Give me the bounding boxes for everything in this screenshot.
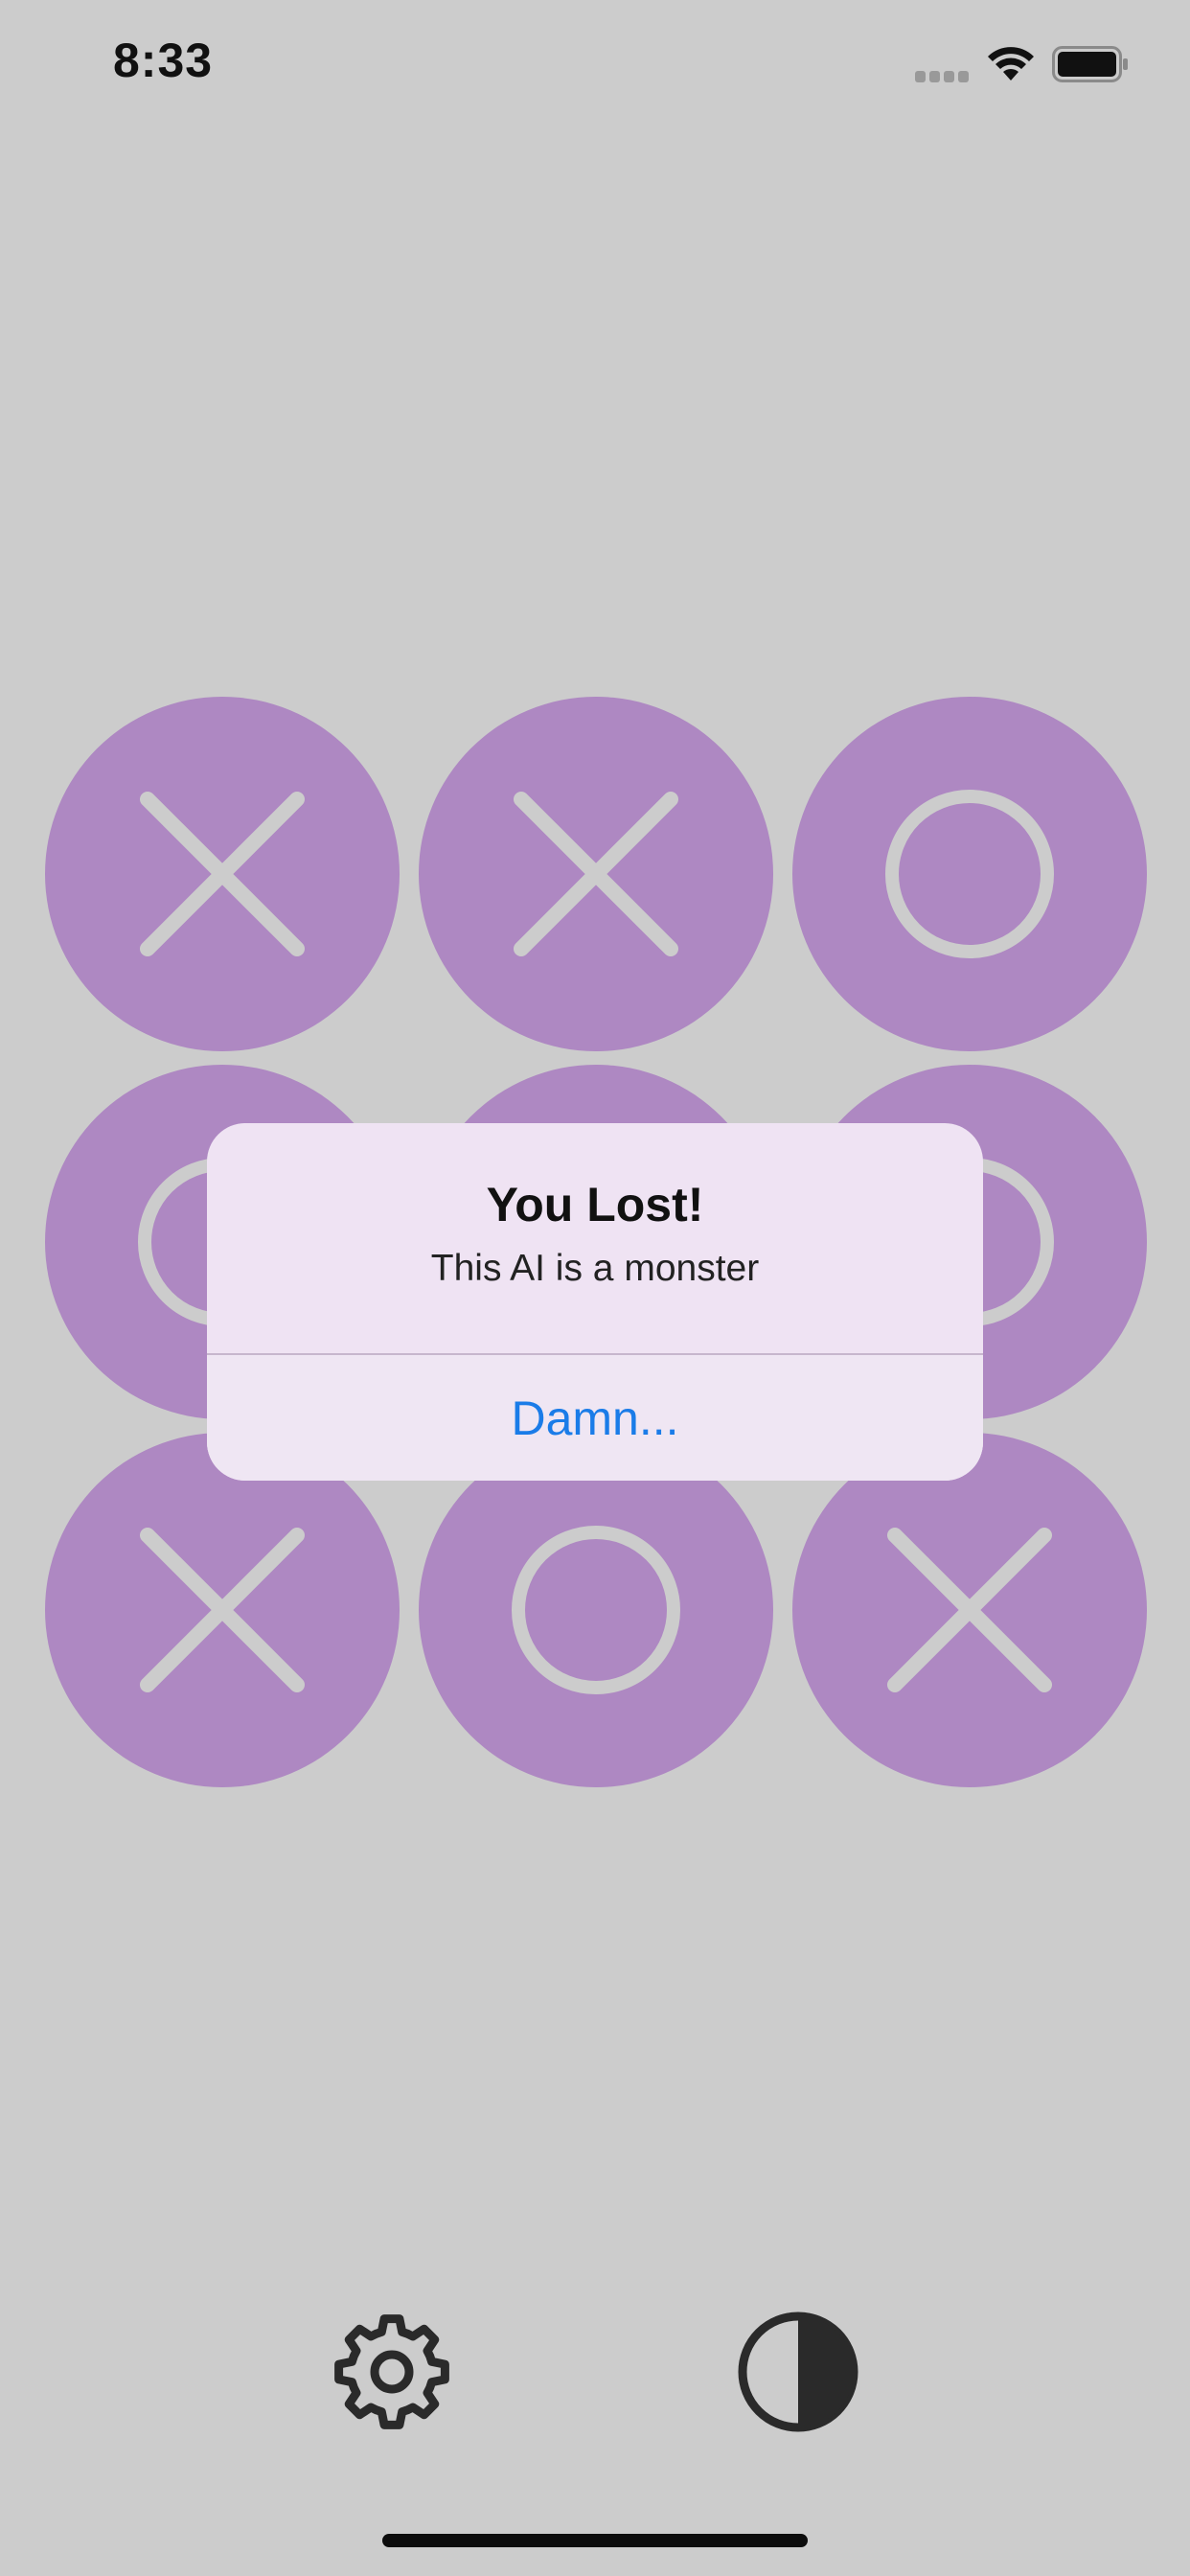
alert-title: You Lost! xyxy=(486,1178,704,1231)
battery-icon xyxy=(1052,46,1128,82)
board-cell-9[interactable] xyxy=(792,1433,1147,1787)
x-mark-icon xyxy=(887,1528,1052,1692)
o-mark-icon xyxy=(512,1526,680,1694)
board-cell-3[interactable] xyxy=(792,697,1147,1051)
x-mark-icon xyxy=(140,792,305,956)
alert-message: This AI is a monster xyxy=(430,1248,760,1289)
gear-icon xyxy=(334,2314,449,2429)
contrast-icon xyxy=(738,2312,858,2432)
cellular-signal-icon xyxy=(915,71,969,82)
board-cell-7[interactable] xyxy=(45,1433,400,1787)
o-mark-icon xyxy=(885,790,1054,958)
wifi-icon xyxy=(988,47,1034,80)
board-cell-1[interactable] xyxy=(45,697,400,1051)
alert-dialog: You Lost! This AI is a monster Damn... xyxy=(207,1123,983,1481)
home-indicator xyxy=(382,2534,808,2547)
settings-button[interactable] xyxy=(330,2310,454,2434)
alert-dismiss-button[interactable]: Damn... xyxy=(207,1355,983,1481)
status-time: 8:33 xyxy=(113,34,214,87)
board-cell-2[interactable] xyxy=(419,697,773,1051)
board-cell-8[interactable] xyxy=(419,1433,773,1787)
x-mark-icon xyxy=(514,792,678,956)
theme-toggle-button[interactable] xyxy=(736,2310,860,2434)
x-mark-icon xyxy=(140,1528,305,1692)
